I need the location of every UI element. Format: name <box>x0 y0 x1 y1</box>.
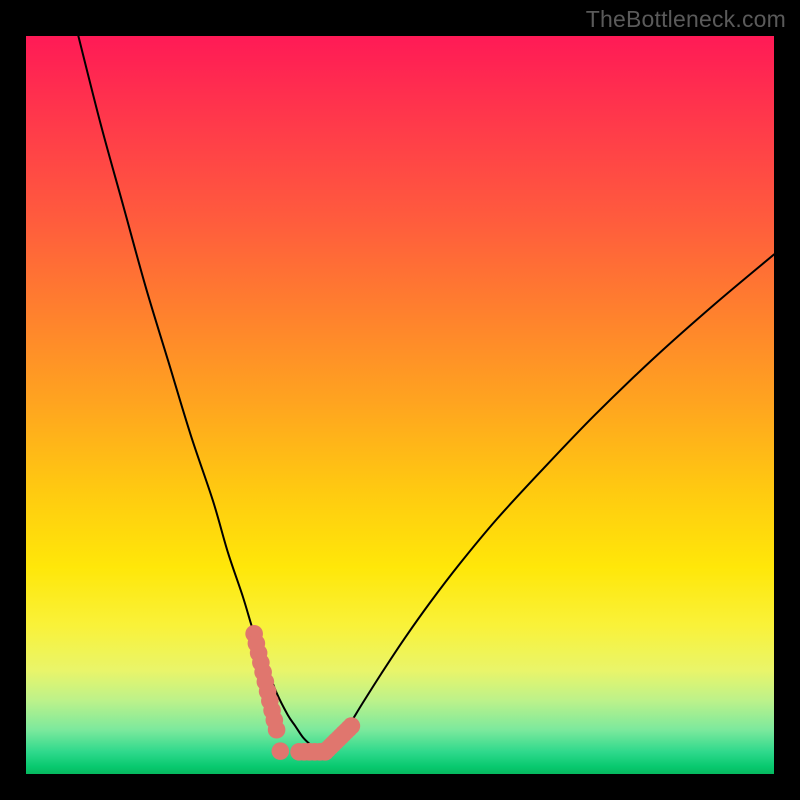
chart-overlay <box>26 36 774 774</box>
plot-area <box>26 36 774 774</box>
marker-dot <box>268 721 286 739</box>
chart-frame: TheBottleneck.com <box>0 0 800 800</box>
curve-left-branch <box>78 36 325 755</box>
marker-dot <box>272 742 290 760</box>
curve-right-branch <box>325 254 774 754</box>
curve-marker <box>245 625 360 761</box>
bottleneck-curve <box>78 36 774 755</box>
watermark-text: TheBottleneck.com <box>586 6 786 33</box>
marker-dot <box>343 717 361 735</box>
